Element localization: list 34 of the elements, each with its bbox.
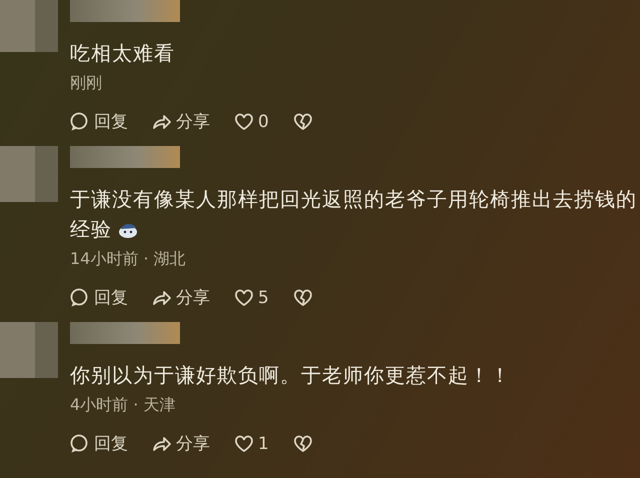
comment-bubble-icon [70, 112, 90, 132]
heart-icon [234, 434, 254, 454]
like-button[interactable]: 1 [234, 432, 269, 456]
share-arrow-icon [152, 434, 172, 454]
comment-text: 于谦没有像某人那样把回光返照的老爷子用轮椅推出去捞钱的经验 [70, 186, 638, 243]
share-button[interactable]: 分享 [152, 286, 210, 310]
share-arrow-icon [152, 288, 172, 308]
reply-button[interactable]: 回复 [70, 110, 128, 134]
broken-heart-icon [292, 288, 313, 308]
dislike-button[interactable] [292, 112, 313, 132]
comment-text: 你别以为于谦好欺负啊。于老师你更惹不起！！ [70, 362, 512, 389]
share-button[interactable]: 分享 [152, 432, 210, 456]
like-button[interactable]: 0 [234, 110, 269, 134]
dislike-button[interactable] [292, 434, 313, 454]
share-button[interactable]: 分享 [152, 110, 210, 134]
comment-meta: 刚刚 [70, 72, 103, 94]
comment-meta: 14小时前 · 湖北 [70, 248, 187, 270]
blurred-avatar [0, 146, 58, 202]
reply-button[interactable]: 回复 [70, 286, 128, 310]
comment-text: 吃相太难看 [70, 40, 176, 67]
share-arrow-icon [152, 112, 172, 132]
reply-button[interactable]: 回复 [70, 432, 128, 456]
heart-icon [234, 112, 254, 132]
blurred-avatar [0, 322, 58, 378]
dislike-button[interactable] [292, 288, 313, 308]
comment-bubble-icon [70, 434, 90, 454]
like-button[interactable]: 5 [234, 286, 269, 310]
heart-icon [234, 288, 254, 308]
broken-heart-icon [292, 434, 313, 454]
comment-meta: 4小时前 · 天津 [70, 394, 176, 416]
broken-heart-icon [292, 112, 313, 132]
sticker-icon [118, 221, 138, 239]
blurred-avatar [0, 0, 58, 52]
comment-bubble-icon [70, 288, 90, 308]
